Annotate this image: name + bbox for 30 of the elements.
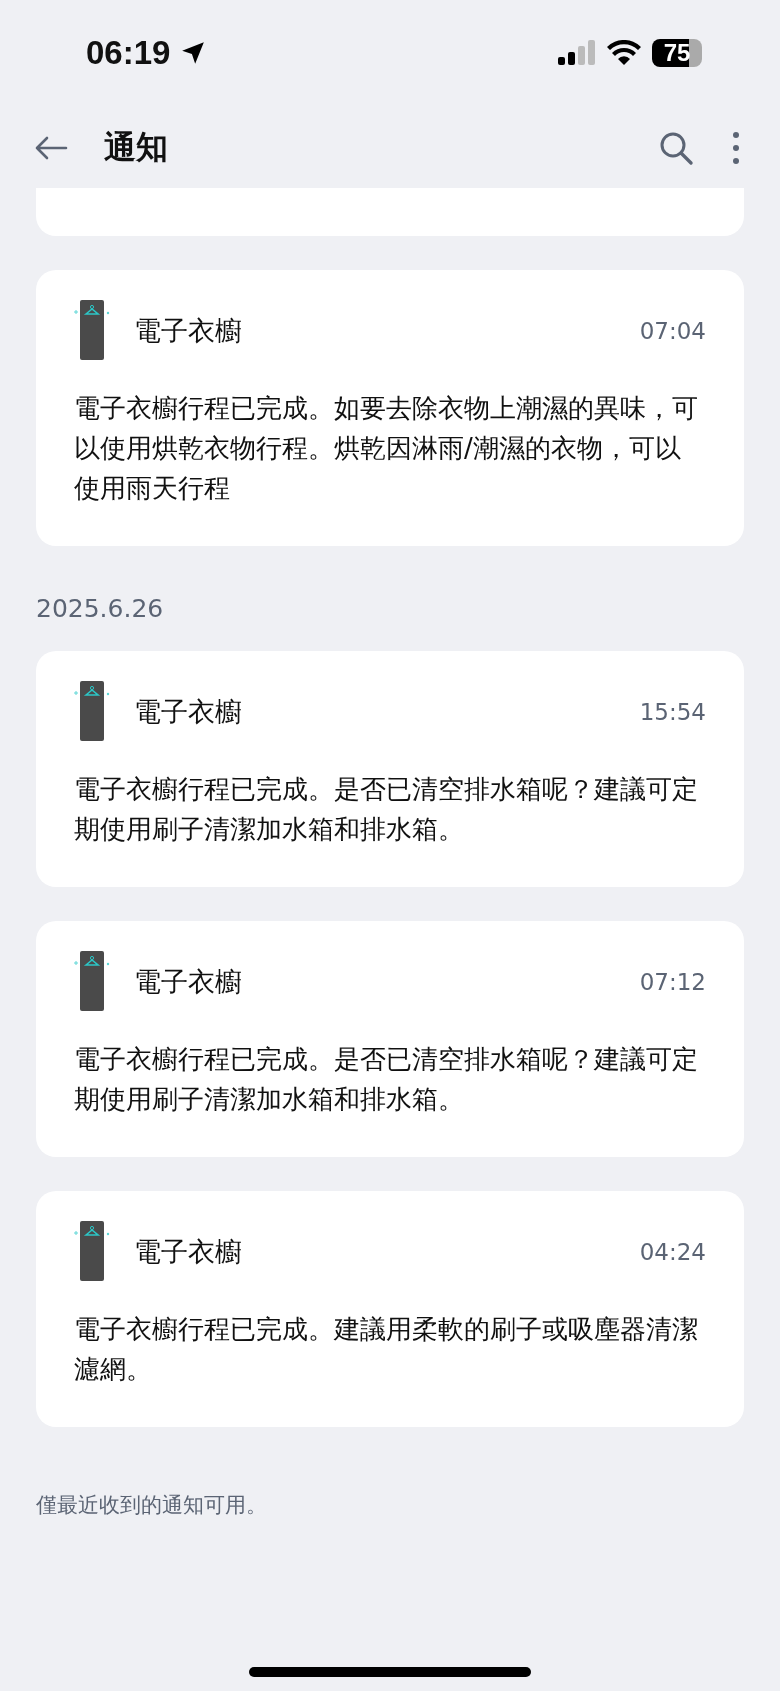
footer-note: 僅最近收到的通知可用。 <box>36 1492 268 1519</box>
notification-source: 電子衣櫥 <box>134 695 242 729</box>
wifi-icon <box>606 40 642 66</box>
notification-message: 電子衣櫥行程已完成。是否已清空排水箱呢？建議可定期使用刷子清潔加水箱和排水箱。 <box>74 1043 699 1116</box>
wardrobe-icon <box>72 300 112 362</box>
notification-source: 電子衣櫥 <box>134 1235 242 1269</box>
notification-message: 電子衣櫥行程已完成。建議用柔軟的刷子或吸塵器清潔濾網。 <box>74 1313 699 1386</box>
signal-icon <box>558 40 596 66</box>
notification-message: 電子衣櫥行程已完成。如要去除衣物上潮濕的異味，可以使用烘乾衣物行程。烘乾因淋雨/潮濕的衣物，可以使用雨天行程 <box>74 392 699 505</box>
notification-card[interactable]: 電子衣櫥 15:54 電子衣櫥行程已完成。是否已清空排水箱呢？建議可定期使用刷子清潔加水箱和排水箱。 <box>36 651 744 887</box>
notification-card[interactable]: 電子衣櫥 07:12 電子衣櫥行程已完成。是否已清空排水箱呢？建議可定期使用刷子清潔加水箱和排水箱。 <box>36 921 744 1157</box>
notification-time: 07:04 <box>639 318 706 344</box>
notification-source: 電子衣櫥 <box>134 314 242 348</box>
notification-source: 電子衣櫥 <box>134 965 242 999</box>
location-arrow-icon <box>180 40 207 66</box>
status-time: 06:19 <box>86 34 171 72</box>
more-options-icon[interactable] <box>732 131 740 165</box>
notification-card[interactable]: 電子衣櫥 04:24 電子衣櫥行程已完成。建議用柔軟的刷子或吸塵器清潔濾網。 <box>36 1191 744 1427</box>
date-heading: 2025.6.26 <box>36 594 165 623</box>
wardrobe-icon <box>72 951 112 1013</box>
search-icon[interactable] <box>658 130 694 166</box>
notification-time: 15:54 <box>639 699 706 725</box>
back-arrow-icon[interactable] <box>34 136 68 160</box>
notification-time: 04:24 <box>639 1239 706 1265</box>
notification-time: 07:12 <box>639 969 706 995</box>
wardrobe-icon <box>72 1221 112 1283</box>
notification-card[interactable]: 電子衣櫥 07:04 電子衣櫥行程已完成。如要去除衣物上潮濕的異味，可以使用烘乾衣物行程。烘乾因淋雨/潮濕的衣物，可以使用雨天行程 <box>36 270 744 546</box>
page-title: 通知 <box>104 127 168 168</box>
wardrobe-icon <box>72 681 112 743</box>
notification-message: 電子衣櫥行程已完成。是否已清空排水箱呢？建議可定期使用刷子清潔加水箱和排水箱。 <box>74 773 699 846</box>
